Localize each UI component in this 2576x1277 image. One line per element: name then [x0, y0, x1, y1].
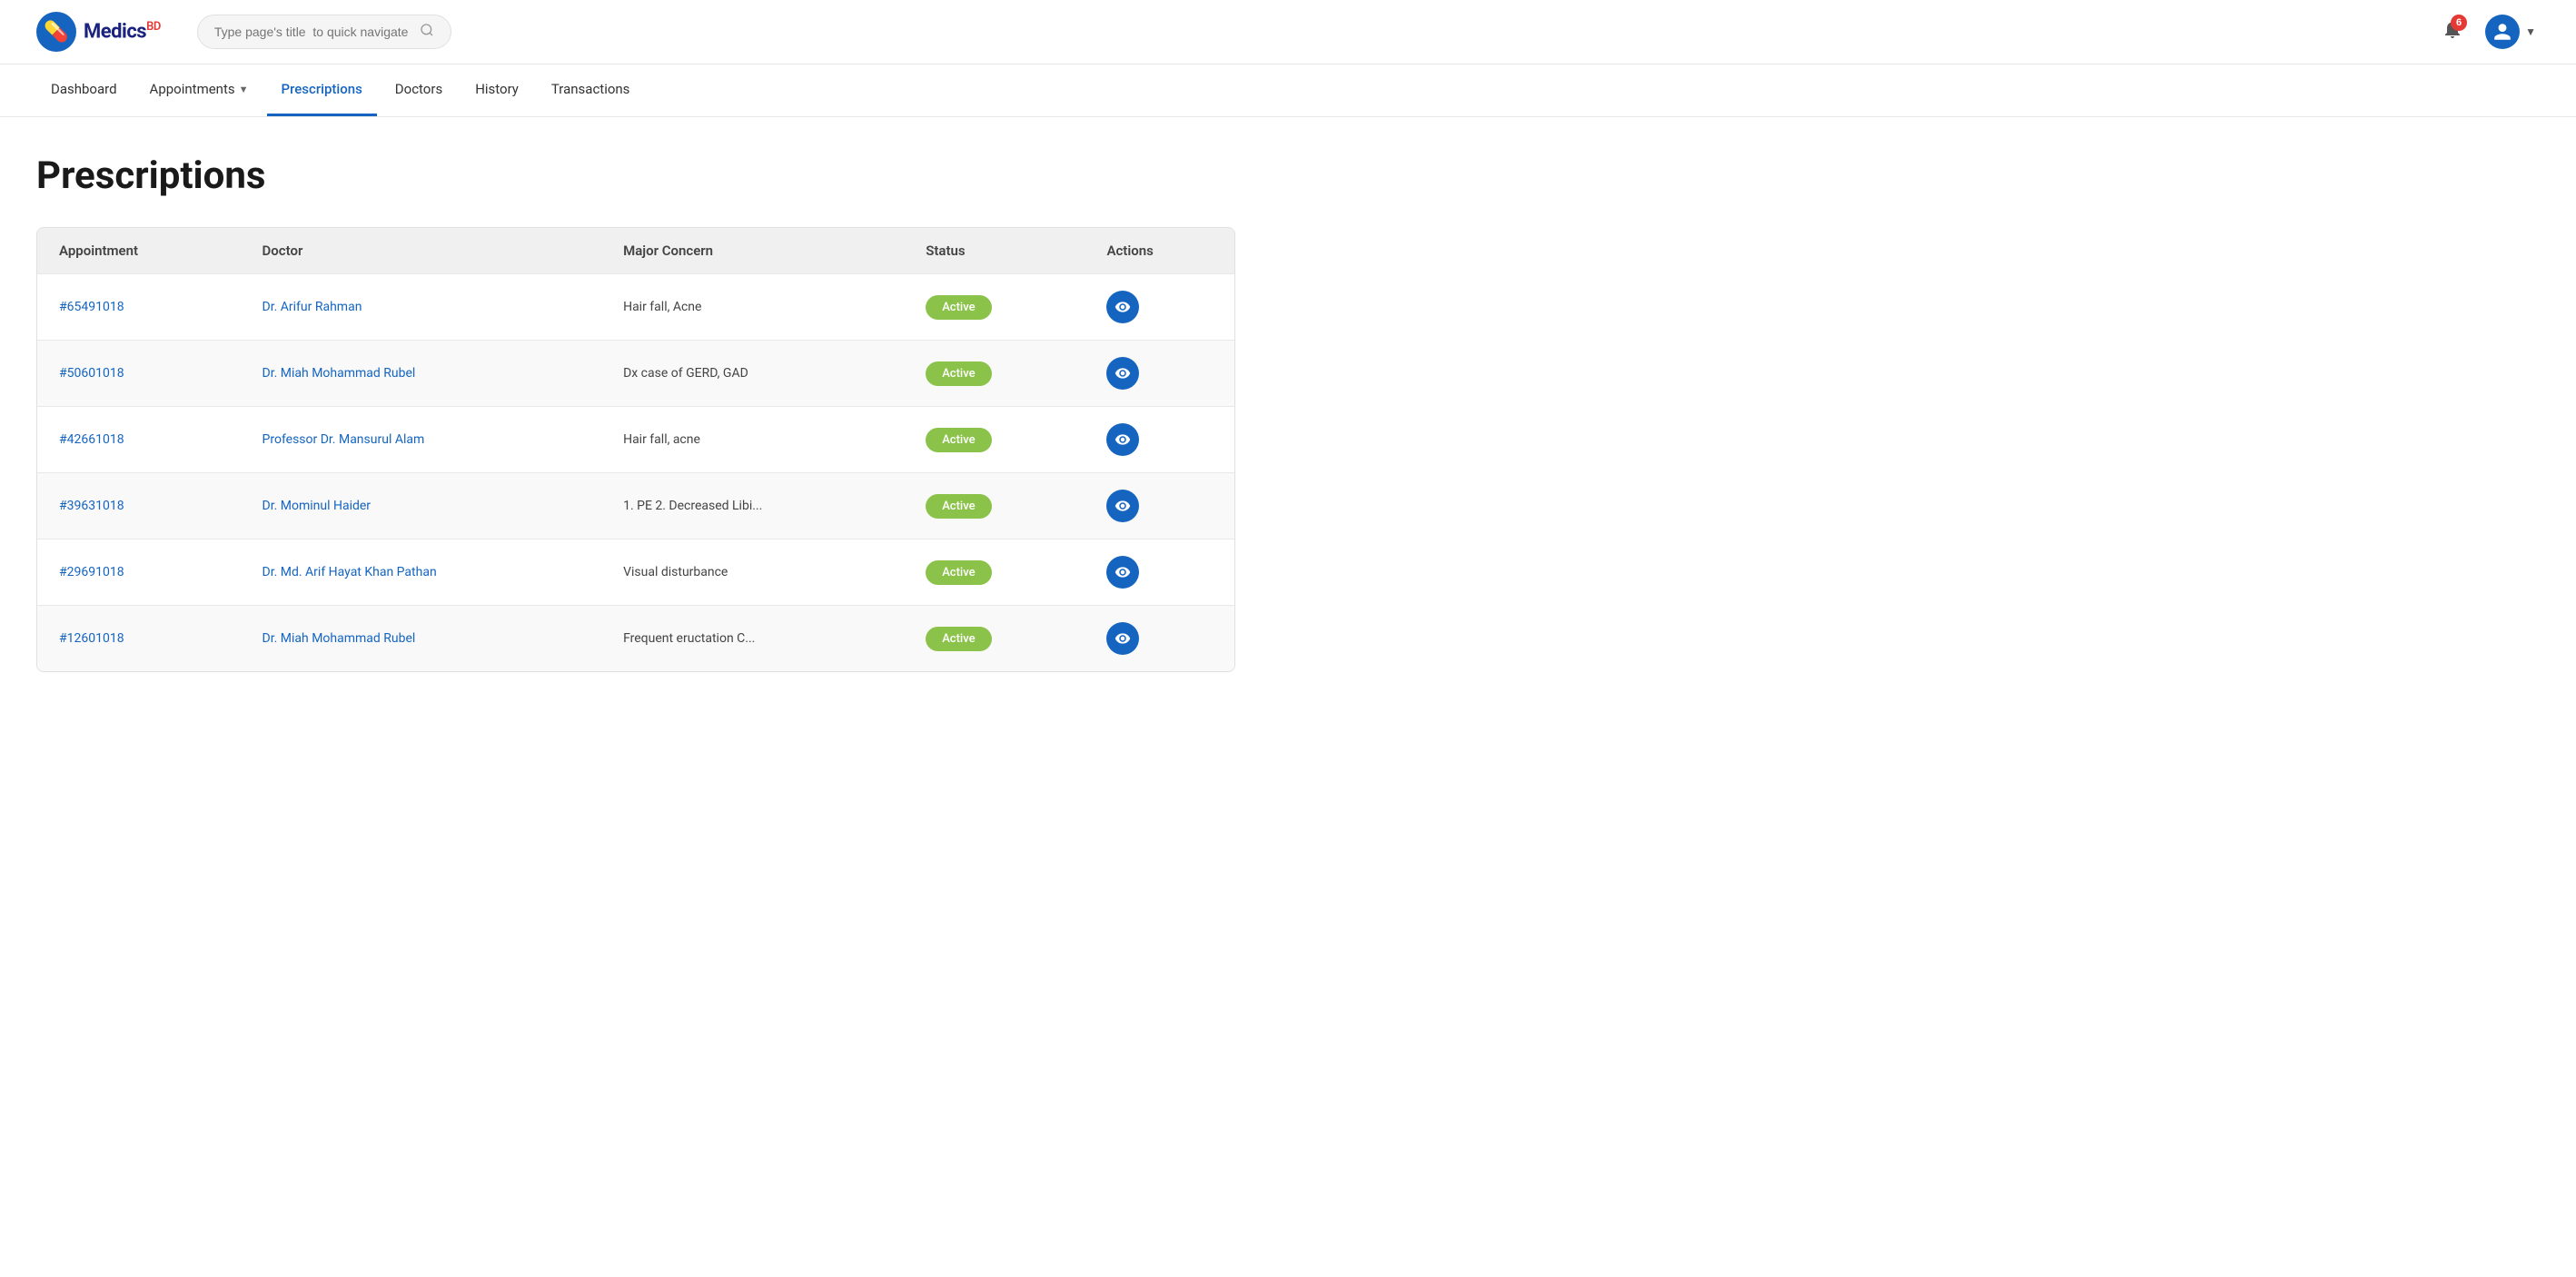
chevron-down-icon: ▼	[2525, 25, 2536, 38]
view-button[interactable]	[1106, 556, 1139, 589]
major-concern: Hair fall, Acne	[623, 300, 701, 314]
col-appointment: Appointment	[37, 228, 241, 274]
doctor-link[interactable]: Dr. Miah Mohammad Rubel	[263, 366, 416, 381]
prescriptions-table: Appointment Doctor Major Concern Status …	[37, 228, 1234, 671]
table-row: #50601018 Dr. Miah Mohammad Rubel Dx cas…	[37, 341, 1234, 407]
nav-item-doctors[interactable]: Doctors	[381, 64, 457, 116]
appointment-link[interactable]: #29691018	[59, 565, 124, 579]
appointment-link[interactable]: #50601018	[59, 366, 124, 381]
nav-item-dashboard[interactable]: Dashboard	[36, 64, 132, 116]
status-badge: Active	[926, 560, 991, 585]
major-concern: Visual disturbance	[623, 565, 728, 579]
status-badge: Active	[926, 295, 991, 320]
search-bar[interactable]	[197, 15, 451, 49]
status-badge: Active	[926, 428, 991, 452]
user-avatar-button[interactable]: ▼	[2482, 11, 2540, 53]
major-concern: 1. PE 2. Decreased Libi...	[623, 499, 762, 513]
table-body: #65491018 Dr. Arifur Rahman Hair fall, A…	[37, 274, 1234, 672]
header: MedicsBD 6 ▼	[0, 0, 2576, 64]
logo[interactable]: MedicsBD	[36, 12, 161, 52]
col-status: Status	[904, 228, 1085, 274]
status-badge: Active	[926, 494, 991, 519]
avatar	[2485, 15, 2520, 49]
doctor-link[interactable]: Professor Dr. Mansurul Alam	[263, 432, 425, 447]
appointment-link[interactable]: #65491018	[59, 300, 124, 314]
table-row: #12601018 Dr. Miah Mohammad Rubel Freque…	[37, 606, 1234, 672]
view-button[interactable]	[1106, 622, 1139, 655]
table-row: #42661018 Professor Dr. Mansurul Alam Ha…	[37, 407, 1234, 473]
doctor-link[interactable]: Dr. Mominul Haider	[263, 499, 372, 513]
major-concern: Dx case of GERD, GAD	[623, 366, 748, 381]
major-concern: Hair fall, acne	[623, 432, 700, 447]
eye-icon	[1115, 365, 1131, 381]
header-right: 6 ▼	[2438, 11, 2540, 53]
table-row: #29691018 Dr. Md. Arif Hayat Khan Pathan…	[37, 540, 1234, 606]
major-concern: Frequent eructation C...	[623, 631, 755, 646]
appointment-link[interactable]: #12601018	[59, 631, 124, 646]
nav-item-appointments[interactable]: Appointments ▼	[135, 64, 263, 116]
view-button[interactable]	[1106, 490, 1139, 522]
chevron-down-icon: ▼	[239, 84, 249, 95]
col-doctor: Doctor	[241, 228, 602, 274]
logo-text: MedicsBD	[84, 20, 161, 43]
view-button[interactable]	[1106, 357, 1139, 390]
nav-item-prescriptions[interactable]: Prescriptions	[267, 64, 377, 116]
prescriptions-table-container: Appointment Doctor Major Concern Status …	[36, 227, 1235, 672]
main-content: Prescriptions Appointment Doctor Major C…	[0, 117, 1272, 708]
logo-icon	[36, 12, 76, 52]
eye-icon	[1115, 431, 1131, 448]
doctor-link[interactable]: Dr. Md. Arif Hayat Khan Pathan	[263, 565, 437, 579]
notification-badge: 6	[2451, 15, 2467, 31]
status-badge: Active	[926, 361, 991, 386]
view-button[interactable]	[1106, 291, 1139, 323]
nav-item-history[interactable]: History	[461, 64, 533, 116]
page-title: Prescriptions	[36, 153, 1235, 198]
eye-icon	[1115, 630, 1131, 647]
table-row: #39631018 Dr. Mominul Haider 1. PE 2. De…	[37, 473, 1234, 540]
status-badge: Active	[926, 627, 991, 651]
appointment-link[interactable]: #42661018	[59, 432, 124, 447]
nav: Dashboard Appointments ▼ Prescriptions D…	[0, 64, 2576, 117]
doctor-link[interactable]: Dr. Miah Mohammad Rubel	[263, 631, 416, 646]
appointment-link[interactable]: #39631018	[59, 499, 124, 513]
notification-button[interactable]: 6	[2438, 15, 2467, 50]
table-row: #65491018 Dr. Arifur Rahman Hair fall, A…	[37, 274, 1234, 341]
doctor-link[interactable]: Dr. Arifur Rahman	[263, 300, 362, 314]
view-button[interactable]	[1106, 423, 1139, 456]
eye-icon	[1115, 498, 1131, 514]
search-input[interactable]	[214, 25, 412, 39]
col-actions: Actions	[1085, 228, 1234, 274]
eye-icon	[1115, 299, 1131, 315]
search-icon	[420, 23, 434, 41]
table-header: Appointment Doctor Major Concern Status …	[37, 228, 1234, 274]
nav-item-transactions[interactable]: Transactions	[537, 64, 645, 116]
col-major-concern: Major Concern	[601, 228, 904, 274]
eye-icon	[1115, 564, 1131, 580]
